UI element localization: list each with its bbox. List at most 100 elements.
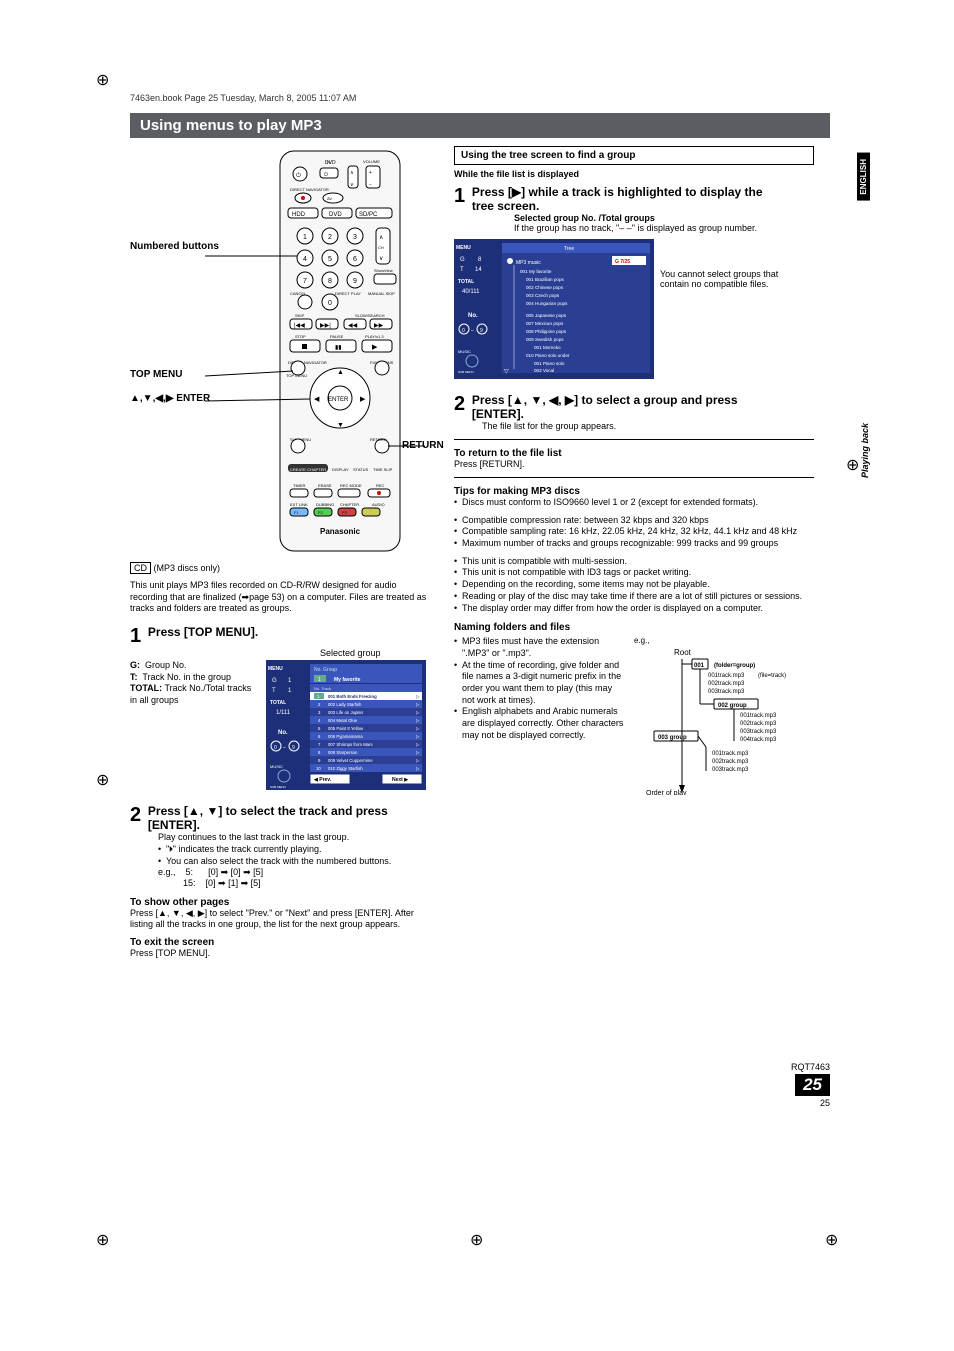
svg-text:(folder=group): (folder=group) bbox=[714, 663, 755, 669]
svg-text:▽: ▽ bbox=[504, 369, 509, 375]
page-title: Using menus to play MP3 bbox=[130, 113, 830, 138]
tip: The display order may differ from how th… bbox=[454, 603, 814, 615]
eg15-k: 15: bbox=[183, 878, 196, 888]
svg-text:TIME SLIP: TIME SLIP bbox=[373, 467, 393, 472]
svg-text:006 Pyjamamama: 006 Pyjamamama bbox=[328, 734, 363, 739]
r-step-2-title: Press [▲, ▼, ◀, ▶] to select a group and… bbox=[472, 393, 738, 421]
svg-text:◀ Prev.: ◀ Prev. bbox=[313, 777, 332, 783]
svg-text:▮▮: ▮▮ bbox=[335, 345, 342, 351]
svg-text:ENTER: ENTER bbox=[328, 397, 349, 403]
svg-text:F2: F2 bbox=[318, 510, 323, 515]
svg-text:0: 0 bbox=[462, 328, 465, 334]
selected-group-label: Selected group bbox=[320, 648, 430, 658]
svg-text:|◀◀: |◀◀ bbox=[294, 323, 305, 329]
tips-list: Discs must conform to ISO9660 level 1 or… bbox=[454, 497, 814, 509]
tree-note: You cannot select groups that contain no… bbox=[660, 269, 780, 289]
svg-text:▲: ▲ bbox=[337, 369, 344, 376]
svg-text:CANCEL: CANCEL bbox=[290, 291, 307, 296]
svg-text:∨: ∨ bbox=[379, 256, 383, 262]
svg-text:VOLUME: VOLUME bbox=[363, 159, 380, 164]
svg-text:▶▶|: ▶▶| bbox=[320, 323, 331, 329]
svg-text:002 Chinese pops: 002 Chinese pops bbox=[526, 285, 564, 290]
step-2: 2 Press [▲, ▼] to select the track and p… bbox=[130, 804, 430, 832]
svg-text:Next ▶: Next ▶ bbox=[392, 777, 409, 783]
svg-text:MANUAL SKIP: MANUAL SKIP bbox=[368, 291, 395, 296]
naming-heading: Naming folders and files bbox=[454, 622, 814, 633]
svg-text:005 Japanese pops: 005 Japanese pops bbox=[526, 313, 567, 318]
bullet-current-playing: "🞂" indicates the track currently playin… bbox=[158, 844, 430, 856]
svg-text:DIRECT NAVIGATOR: DIRECT NAVIGATOR bbox=[290, 187, 329, 192]
step-2-title: Press [▲, ▼] to select the track and pre… bbox=[148, 804, 388, 832]
svg-text:MP3 music: MP3 music bbox=[516, 260, 541, 266]
svg-text:003 Czech pops: 003 Czech pops bbox=[526, 293, 560, 298]
svg-text:003track.mp3: 003track.mp3 bbox=[740, 729, 777, 735]
eg5-v: [0] ➡ [0] ➡ [5] bbox=[208, 867, 263, 877]
svg-text:SKIP: SKIP bbox=[295, 313, 304, 318]
tip: Discs must conform to ISO9660 level 1 or… bbox=[454, 497, 814, 509]
svg-text:1: 1 bbox=[303, 234, 307, 241]
svg-text:TOTAL: TOTAL bbox=[270, 700, 286, 706]
tip: This unit is compatible with multi-sessi… bbox=[454, 556, 814, 568]
svg-text:010 Piano solo under: 010 Piano solo under bbox=[526, 353, 570, 358]
tree-screen: MENU G8 T14 TOTAL 40/111 No. 0 – 9 MUSIC… bbox=[454, 239, 654, 379]
svg-text:3: 3 bbox=[353, 234, 357, 241]
tips-heading: Tips for making MP3 discs bbox=[454, 486, 814, 497]
tip: Compatible compression rate: between 32 … bbox=[454, 515, 814, 527]
crop-mark: ⊕ bbox=[846, 455, 859, 475]
svg-text:CHAPTER: CHAPTER bbox=[340, 502, 359, 507]
to-show-other-heading: To show other pages bbox=[130, 897, 430, 908]
svg-text:DIRECT PLAY: DIRECT PLAY bbox=[335, 291, 361, 296]
cd-note: (MP3 discs only) bbox=[151, 563, 220, 573]
intro-text: This unit plays MP3 files recorded on CD… bbox=[130, 580, 430, 615]
svg-text:Tree: Tree bbox=[564, 246, 574, 252]
r-step-2-number: 2 bbox=[454, 393, 465, 416]
naming-item: MP3 files must have the extension ".MP3"… bbox=[454, 636, 624, 659]
legend-g: G: bbox=[130, 660, 140, 670]
svg-text:SUB MENU: SUB MENU bbox=[458, 370, 474, 374]
svg-text:ERASE: ERASE bbox=[318, 483, 332, 488]
svg-text:CREATE CHAPTER: CREATE CHAPTER bbox=[290, 467, 326, 472]
r-step-2-sub: The file list for the group appears. bbox=[482, 421, 814, 431]
svg-text:F3: F3 bbox=[342, 510, 347, 515]
svg-text:008 Philippine pops: 008 Philippine pops bbox=[526, 329, 567, 334]
svg-text:SUB MENU: SUB MENU bbox=[270, 785, 286, 789]
svg-text:009 Velvet Cuppermine: 009 Velvet Cuppermine bbox=[328, 758, 373, 763]
svg-text:⏻: ⏻ bbox=[324, 172, 328, 178]
svg-text:005 Paint It Yellow: 005 Paint It Yellow bbox=[328, 726, 364, 731]
svg-text:No.: No. bbox=[278, 730, 288, 736]
file-list-screen: MENU G1 T1 TOTAL 1/111 No. 0 – 9 MUSIC S… bbox=[266, 660, 426, 790]
svg-text:HDD: HDD bbox=[292, 212, 306, 218]
svg-text:DVD: DVD bbox=[329, 212, 342, 218]
svg-text:No. Track: No. Track bbox=[314, 686, 331, 691]
eg5-k: 5: bbox=[186, 867, 194, 877]
to-show-other-text: Press [▲, ▼, ◀, ▶] to select "Prev." or … bbox=[130, 908, 430, 929]
legend-g-txt: Group No. bbox=[145, 660, 187, 670]
svg-text:ShowView: ShowView bbox=[374, 268, 393, 273]
naming-item: At the time of recording, give folder an… bbox=[454, 660, 624, 707]
svg-text:001 My favorite: 001 My favorite bbox=[520, 269, 552, 274]
svg-text:8: 8 bbox=[328, 278, 332, 285]
svg-text:1/111: 1/111 bbox=[276, 710, 291, 716]
r-step-1: 1 Press [▶] while a track is highlighted… bbox=[454, 185, 814, 213]
eg-label-2: e.g., bbox=[634, 636, 804, 645]
svg-text:SLOW/SEARCH: SLOW/SEARCH bbox=[355, 313, 385, 318]
cd-note-row: CD (MP3 discs only) bbox=[130, 562, 430, 574]
svg-text:002 Lady Starfish: 002 Lady Starfish bbox=[328, 702, 362, 707]
svg-text:F1: F1 bbox=[294, 510, 299, 515]
step-2-sub: Play continues to the last track in the … bbox=[158, 832, 430, 842]
svg-text:T: T bbox=[272, 688, 276, 694]
tip: Compatible sampling rate: 16 kHz, 22.05 … bbox=[454, 526, 814, 538]
remote-diagram: DVD ⏻ ⏻ TV ∧ ∨ + − VOLUME DIRECT NAVIGAT… bbox=[130, 146, 430, 556]
svg-text:My favorite: My favorite bbox=[334, 677, 361, 683]
svg-text:002 Vocal: 002 Vocal bbox=[534, 368, 554, 373]
svg-text:10: 10 bbox=[316, 766, 321, 771]
svg-text:001 Brazilian pops: 001 Brazilian pops bbox=[526, 277, 564, 282]
svg-text:007 Mexican pops: 007 Mexican pops bbox=[526, 321, 564, 326]
svg-text:14: 14 bbox=[475, 267, 482, 273]
label-arrows-enter: ▲,▼,◀,▶ ENTER bbox=[130, 393, 210, 404]
svg-text:2: 2 bbox=[328, 234, 332, 241]
legend-t: T: bbox=[130, 672, 138, 682]
svg-text:9: 9 bbox=[353, 278, 357, 285]
crop-mark: ⊕ bbox=[96, 1230, 109, 1250]
svg-text:No. Group: No. Group bbox=[314, 667, 337, 673]
